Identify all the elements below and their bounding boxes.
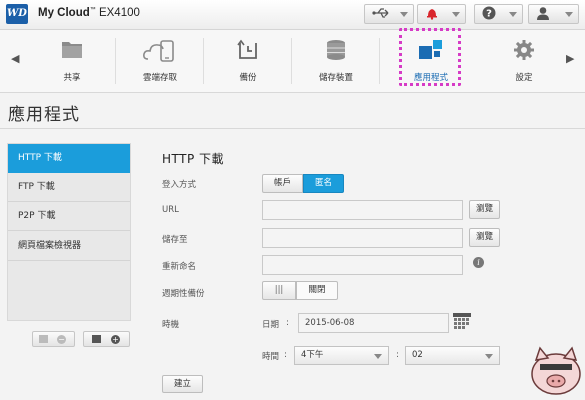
nav-item-settings[interactable]: 設定 xyxy=(480,30,568,92)
nav-item-cloud-access[interactable]: 雲端存取 xyxy=(116,30,204,92)
pig-mascot-watermark xyxy=(526,338,585,396)
wd-logo: WD xyxy=(6,4,28,24)
svg-text:?: ? xyxy=(486,9,492,20)
url-label: URL xyxy=(162,205,179,215)
plus-icon: + xyxy=(111,335,120,344)
app-list: HTTP 下載 FTP 下載 P2P 下載 網頁檔案檢視器 xyxy=(7,143,131,321)
toggle-off-state[interactable]: 關閉 xyxy=(296,281,338,300)
chevron-down-icon xyxy=(374,354,382,359)
app-list-item-ftp[interactable]: FTP 下載 xyxy=(8,173,130,202)
alerts-button[interactable] xyxy=(417,4,466,24)
create-button[interactable]: 建立 xyxy=(162,375,203,393)
save-to-label: 儲存至 xyxy=(162,235,188,245)
login-account-option[interactable]: 帳戶 xyxy=(262,174,303,193)
chevron-down-icon xyxy=(452,12,460,17)
minus-icon: − xyxy=(57,335,66,344)
rename-label: 重新命名 xyxy=(162,262,197,272)
nav-item-storage[interactable]: 儲存裝置 xyxy=(292,30,380,92)
time-label: 時間 xyxy=(262,352,280,362)
chevron-down-icon xyxy=(485,354,493,359)
app-list-item-p2p[interactable]: P2P 下載 xyxy=(8,202,130,231)
save-to-input[interactable] xyxy=(262,228,463,248)
browse-url-button[interactable]: 瀏覽 xyxy=(469,200,500,219)
form-title: HTTP 下載 xyxy=(162,152,225,166)
toggle-handle[interactable]: ||| xyxy=(262,281,296,300)
login-anonymous-option[interactable]: 匿名 xyxy=(303,174,344,193)
help-button[interactable]: ? xyxy=(474,4,523,24)
usb-icon xyxy=(372,6,392,24)
backup-clock-icon xyxy=(237,39,259,65)
main-nav: ◀ ▶ 共享 雲端存取 備份 儲存裝置 應用程式 設定 xyxy=(0,30,585,93)
active-nav-highlight xyxy=(399,28,461,86)
app-list-item-web-file-viewer[interactable]: 網頁檔案檢視器 xyxy=(8,232,130,261)
usb-button[interactable] xyxy=(364,4,414,24)
top-bar: WD My Cloud™ EX4100 ? xyxy=(0,0,585,30)
chevron-down-icon xyxy=(565,12,573,17)
login-method-label: 登入方式 xyxy=(162,180,197,190)
user-icon xyxy=(536,6,550,24)
remove-app-button[interactable]: − xyxy=(32,331,75,347)
gear-icon xyxy=(513,39,535,65)
app-title: My Cloud™ EX4100 xyxy=(38,7,140,19)
storage-disks-icon xyxy=(325,39,347,65)
chevron-down-icon xyxy=(509,12,517,17)
nav-left-arrow-icon[interactable]: ◀ xyxy=(11,52,19,65)
page-title: 應用程式 xyxy=(8,105,80,125)
url-input[interactable] xyxy=(262,200,463,220)
app-list-item-http[interactable]: HTTP 下載 xyxy=(8,144,130,173)
help-icon: ? xyxy=(482,6,496,24)
app-icon xyxy=(92,335,101,343)
bell-icon xyxy=(425,6,439,24)
user-button[interactable] xyxy=(528,4,579,24)
hour-select[interactable]: 4下午 xyxy=(294,346,389,365)
date-label: 日期 xyxy=(262,320,280,330)
browse-save-button[interactable]: 瀏覽 xyxy=(469,228,500,247)
nav-item-backup[interactable]: 備份 xyxy=(204,30,292,92)
calendar-icon[interactable] xyxy=(453,313,471,334)
cloud-devices-icon xyxy=(143,39,177,67)
info-icon[interactable]: i xyxy=(473,257,484,268)
rename-input[interactable] xyxy=(262,255,463,275)
divider xyxy=(0,128,585,129)
app-icon xyxy=(39,335,48,343)
minute-select[interactable]: 02 xyxy=(405,346,500,365)
date-input[interactable]: 2015-06-08 xyxy=(298,313,449,333)
add-app-button[interactable]: + xyxy=(83,331,130,347)
timing-label: 時機 xyxy=(162,320,180,330)
chevron-down-icon xyxy=(400,12,408,17)
nav-item-shares[interactable]: 共享 xyxy=(28,30,116,92)
periodic-backup-label: 週期性備份 xyxy=(162,289,205,299)
folder-icon xyxy=(61,39,83,63)
